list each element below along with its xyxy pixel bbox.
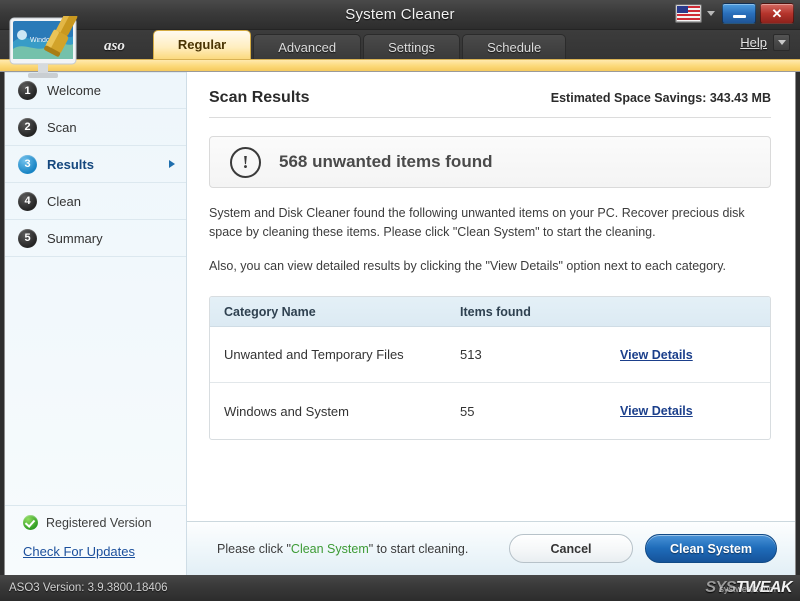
tab-aso-logo[interactable]: aso <box>90 34 151 59</box>
step-number-badge: 1 <box>18 81 37 100</box>
tab-list: aso Regular Advanced Settings Schedule <box>90 30 568 59</box>
estimated-space-savings: Estimated Space Savings: 343.43 MB <box>551 91 771 105</box>
minimize-icon <box>733 15 746 18</box>
tab-regular[interactable]: Regular <box>153 30 251 59</box>
check-updates-row: Check For Updates <box>5 539 186 575</box>
us-flag-icon[interactable] <box>675 4 702 23</box>
tab-bar: aso Regular Advanced Settings Schedule H… <box>0 30 800 59</box>
sidebar-item-results[interactable]: 3 Results <box>5 146 186 183</box>
content-inner: Scan Results Estimated Space Savings: 34… <box>187 72 795 440</box>
close-button[interactable]: ✕ <box>760 3 794 24</box>
page-title: Scan Results <box>209 89 309 107</box>
table-row[interactable]: Windows and System 55 View Details <box>210 383 770 439</box>
clean-system-button[interactable]: Clean System <box>645 534 777 563</box>
step-number-badge: 3 <box>18 155 37 174</box>
application-window: System Cleaner ✕ aso Regular Advanced Se… <box>0 0 800 601</box>
footer-instruction: Please click "Clean System" to start cle… <box>217 542 468 556</box>
content-header: Scan Results Estimated Space Savings: 34… <box>209 89 771 118</box>
footer-note-prefix: Please click " <box>217 542 291 556</box>
cell-items-found: 55 <box>460 404 620 419</box>
tab-schedule[interactable]: Schedule <box>462 34 566 59</box>
minimize-button[interactable] <box>722 3 756 24</box>
check-for-updates-link[interactable]: Check For Updates <box>23 544 135 559</box>
chevron-right-icon <box>169 160 175 168</box>
view-details-link[interactable]: View Details <box>620 404 693 418</box>
column-header-items: Items found <box>460 305 620 319</box>
sidebar-item-label: Welcome <box>47 83 101 98</box>
sidebar-item-label: Summary <box>47 231 103 246</box>
registered-label: Registered Version <box>46 516 152 530</box>
view-details-link[interactable]: View Details <box>620 348 693 362</box>
cell-action: View Details <box>620 346 770 364</box>
exclamation-circle-icon: ! <box>230 147 261 178</box>
cell-category: Windows and System <box>210 404 460 419</box>
chevron-down-icon[interactable] <box>707 11 715 16</box>
sidebar: 1 Welcome 2 Scan 3 Results 4 Clean 5 Sum… <box>5 72 187 575</box>
main-body: 1 Welcome 2 Scan 3 Results 4 Clean 5 Sum… <box>4 72 796 575</box>
alert-text: 568 unwanted items found <box>279 152 492 172</box>
step-number-badge: 5 <box>18 229 37 248</box>
step-number-badge: 4 <box>18 192 37 211</box>
close-icon: ✕ <box>772 5 783 22</box>
cell-items-found: 513 <box>460 347 620 362</box>
footer-note-suffix: " to start cleaning. <box>369 542 469 556</box>
chevron-down-icon[interactable] <box>773 34 790 51</box>
column-header-category: Category Name <box>210 305 460 319</box>
sidebar-item-label: Clean <box>47 194 81 209</box>
help-menu[interactable]: Help <box>740 34 790 51</box>
sidebar-item-summary[interactable]: 5 Summary <box>5 220 186 257</box>
table-row[interactable]: Unwanted and Temporary Files 513 View De… <box>210 327 770 383</box>
tab-advanced[interactable]: Advanced <box>253 34 361 59</box>
sidebar-footer: Registered Version Check For Updates <box>5 505 186 575</box>
action-footer: Please click "Clean System" to start cle… <box>187 521 795 575</box>
title-bar: System Cleaner ✕ <box>0 0 800 30</box>
description-paragraph-1: System and Disk Cleaner found the follow… <box>209 204 771 243</box>
sidebar-item-clean[interactable]: 4 Clean <box>5 183 186 220</box>
systweak-logo: SYSTWEAKsystweak.com <box>705 579 792 597</box>
results-alert-banner: ! 568 unwanted items found <box>209 136 771 188</box>
results-table: Category Name Items found Unwanted and T… <box>209 296 771 440</box>
window-controls: ✕ <box>675 3 794 24</box>
status-bar: ASO3 Version: 3.9.3800.18406 SYSTWEAKsys… <box>0 575 800 601</box>
step-number-badge: 2 <box>18 118 37 137</box>
cancel-button[interactable]: Cancel <box>509 534 633 563</box>
accent-band <box>0 59 800 72</box>
flag-canton <box>677 6 688 13</box>
sidebar-item-welcome[interactable]: 1 Welcome <box>5 72 186 109</box>
sidebar-item-label: Scan <box>47 120 77 135</box>
version-label: ASO3 Version: 3.9.3800.18406 <box>9 582 168 594</box>
help-label: Help <box>740 35 767 50</box>
sidebar-item-label: Results <box>47 157 94 172</box>
content-area: Scan Results Estimated Space Savings: 34… <box>187 72 795 575</box>
watermark-label: systweak.com <box>719 584 776 594</box>
sidebar-item-scan[interactable]: 2 Scan <box>5 109 186 146</box>
table-header-row: Category Name Items found <box>210 297 770 327</box>
tab-settings[interactable]: Settings <box>363 34 460 59</box>
footer-buttons: Cancel Clean System <box>509 534 777 563</box>
cell-action: View Details <box>620 402 770 420</box>
check-circle-icon <box>23 515 38 530</box>
description-paragraph-2: Also, you can view detailed results by c… <box>209 257 771 276</box>
cell-category: Unwanted and Temporary Files <box>210 347 460 362</box>
footer-note-highlight: Clean System <box>291 542 369 556</box>
registered-status: Registered Version <box>5 505 186 539</box>
